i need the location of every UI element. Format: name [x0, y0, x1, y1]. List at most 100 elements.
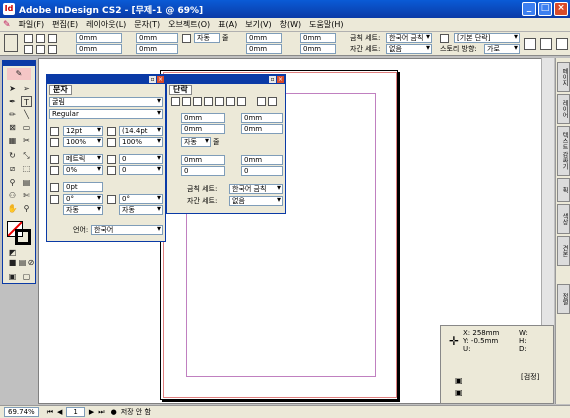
scissors-alt-tool-icon[interactable]: ✄ [21, 190, 32, 201]
right-indent-field[interactable]: 0mm [136, 33, 178, 43]
grid-auto-select[interactable]: 자동 [194, 33, 220, 43]
tracking-field[interactable]: 0 [119, 154, 163, 164]
font-style-select[interactable]: Regular [49, 109, 163, 119]
first-page-icon[interactable]: ⏮ [47, 408, 53, 417]
type-tool-icon[interactable]: T [21, 96, 32, 107]
align-left-icon[interactable] [24, 34, 33, 43]
eyedropper-tool-icon[interactable]: ⚲ [7, 177, 18, 188]
tab-swatches[interactable]: 견본 [557, 236, 570, 266]
last-page-icon[interactable]: ⏭ [98, 408, 104, 417]
mojikumi-select[interactable]: 없음 [386, 44, 432, 54]
panel-collapse-icon[interactable]: ▫ [269, 76, 276, 83]
kinsoku-select[interactable]: 한국어 금칙 [386, 33, 432, 43]
grid-icon[interactable] [182, 34, 191, 43]
space-before-field[interactable]: 0mm [246, 33, 282, 43]
panel-close-icon[interactable]: × [157, 76, 164, 83]
gradient-tool-icon[interactable]: ▤ [21, 177, 32, 188]
story-direction-select[interactable]: 가로 [484, 44, 520, 54]
pen-tool-icon[interactable]: ✒ [7, 96, 18, 107]
para-justify-all-icon[interactable] [237, 97, 246, 106]
align-right-icon[interactable] [48, 34, 57, 43]
panel-close-icon[interactable]: × [277, 76, 284, 83]
vertical-scale-field[interactable]: 100% [63, 137, 103, 147]
menu-view[interactable]: 보기(V) [241, 19, 275, 30]
drop-cap-lines-field[interactable]: 0mm [300, 33, 336, 43]
para-right-indent-field[interactable]: 0mm [241, 113, 283, 123]
rotate-field[interactable]: 0° [119, 194, 163, 204]
apply-none-icon[interactable]: ⊘ [27, 257, 35, 268]
preview-view-icon[interactable]: ▢ [21, 271, 32, 282]
skew-field[interactable]: 0° [63, 194, 103, 204]
shear-tool-icon[interactable]: ⧄ [7, 163, 18, 174]
palette-menu-icon[interactable] [556, 38, 568, 50]
space-after-field[interactable]: 0mm [246, 44, 282, 54]
button-tool-icon[interactable]: ⚇ [7, 190, 18, 201]
zoom-field[interactable]: 69.74% [4, 407, 39, 417]
hand-tool-icon[interactable]: ✋ [7, 203, 18, 214]
para-align-center-icon[interactable] [182, 97, 191, 106]
bullets-icon[interactable] [524, 38, 536, 50]
leading-field[interactable]: (14.4pt [119, 126, 163, 136]
para-justify-left-icon[interactable] [204, 97, 213, 106]
justify-all-icon[interactable] [48, 45, 57, 54]
page-number-field[interactable]: 1 [66, 407, 85, 417]
drop-cap-chars-field[interactable]: 0mm [300, 44, 336, 54]
rotate-tool-icon[interactable]: ↻ [7, 150, 18, 161]
panel-collapse-icon[interactable]: ▫ [149, 76, 156, 83]
aki-field[interactable]: 0 [119, 165, 163, 175]
para-kinsoku-select[interactable]: 한국어 금칙 [229, 184, 283, 194]
app-menu-icon[interactable]: ✎ [3, 20, 11, 30]
tsume-field[interactable]: 0% [63, 165, 103, 175]
language-select[interactable]: 한국어 [91, 225, 163, 235]
justify-center-icon[interactable] [36, 45, 45, 54]
normal-view-icon[interactable]: ▣ [7, 271, 18, 282]
menu-edit[interactable]: 편집(E) [48, 19, 82, 30]
next-page-icon[interactable]: ▶ [89, 408, 94, 416]
auto-select-1[interactable]: 자동 [63, 205, 103, 215]
para-align-left-icon[interactable] [171, 97, 180, 106]
rectangle-tool-icon[interactable]: ▭ [21, 122, 32, 133]
paragraph-style-select[interactable]: [기본 단락] [454, 33, 520, 43]
stroke-swatch[interactable] [15, 229, 31, 245]
default-colors-icon[interactable]: ◩ [7, 247, 18, 257]
line-tool-icon[interactable]: ╲ [21, 109, 32, 120]
para-mojikumi-select[interactable]: 없음 [229, 196, 283, 206]
para-drop-chars-field[interactable]: 0 [241, 166, 283, 176]
tab-color[interactable]: 색상 [557, 204, 570, 234]
align-center-icon[interactable] [36, 34, 45, 43]
menu-file[interactable]: 파일(F) [15, 19, 49, 30]
baseline-shift-field[interactable]: 0pt [63, 182, 103, 192]
tab-pages[interactable]: 페이지 [557, 62, 570, 92]
para-last-indent-field[interactable]: 0mm [241, 124, 283, 134]
auto-select-2[interactable]: 자동 [119, 205, 163, 215]
maximize-button[interactable]: □ [538, 2, 552, 16]
menu-window[interactable]: 창(W) [276, 19, 306, 30]
menu-layout[interactable]: 레이아웃(L) [82, 19, 130, 30]
zoom-tool-icon[interactable]: ⚲ [21, 203, 32, 214]
menu-type[interactable]: 문자(T) [130, 19, 164, 30]
tab-character[interactable]: 문자 [49, 85, 72, 95]
tab-text-wrap[interactable]: 텍스트 감싸기 [557, 126, 570, 176]
tab-stroke[interactable]: 획 [557, 178, 570, 202]
tab-align[interactable]: 정렬 [557, 284, 570, 314]
tab-paragraph[interactable]: 단락 [169, 85, 192, 95]
para-drop-lines-field[interactable]: 0 [181, 166, 225, 176]
menu-help[interactable]: 도움말(H) [305, 19, 347, 30]
para-align-right-icon[interactable] [193, 97, 202, 106]
direct-selection-tool-icon[interactable]: ➢ [21, 83, 32, 94]
selection-tool-icon[interactable]: ➤ [7, 83, 18, 94]
font-size-field[interactable]: 12pt [63, 126, 103, 136]
pencil-tool-icon[interactable]: ✏ [7, 109, 18, 120]
free-transform-tool-icon[interactable]: ⬚ [21, 163, 32, 174]
numbering-icon[interactable] [540, 38, 552, 50]
para-left-indent-field[interactable]: 0mm [181, 113, 225, 123]
para-justify-center-icon[interactable] [215, 97, 224, 106]
scale-tool-icon[interactable]: ⤡ [21, 150, 32, 161]
frame-grid-tool-icon[interactable]: ▦ [7, 135, 18, 146]
scissors-tool-icon[interactable]: ✂ [21, 135, 32, 146]
minimize-button[interactable]: _ [522, 2, 536, 16]
tab-layers[interactable]: 레이어 [557, 94, 570, 124]
close-button[interactable]: × [554, 2, 568, 16]
prev-page-icon[interactable]: ◀ [57, 408, 62, 416]
para-justify-right-icon[interactable] [226, 97, 235, 106]
